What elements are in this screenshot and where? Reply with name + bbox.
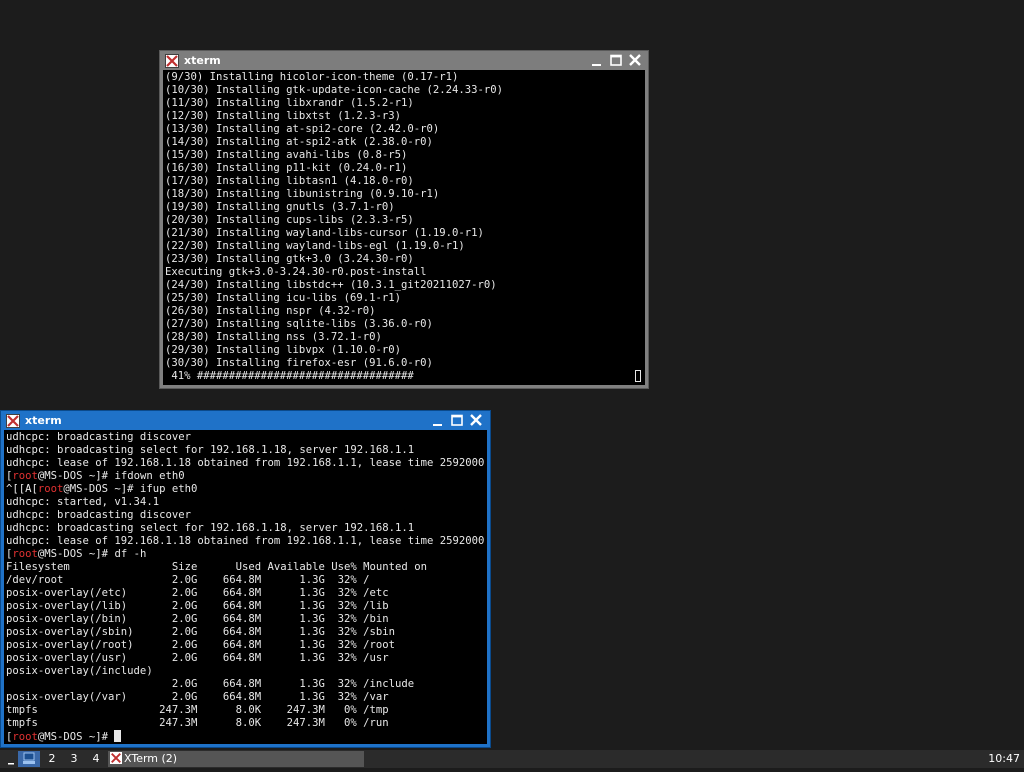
terminal-line: (28/30) Installing nss (3.72.1-r0) <box>165 331 382 343</box>
terminal-line: udhcpc: lease of 192.168.1.18 obtained f… <box>6 457 485 469</box>
terminal-line: udhcpc: lease of 192.168.1.18 obtained f… <box>6 535 485 547</box>
terminal-line: (11/30) Installing libxrandr (1.5.2-r1) <box>165 97 414 109</box>
prompt-line: ^[[A[root@MS-DOS ~]# ifup eth0 <box>6 483 487 496</box>
maximize-icon <box>610 54 622 66</box>
terminal-line: posix-overlay(/root) 2.0G 664.8M 1.3G 32… <box>6 639 396 651</box>
terminal-line: tmpfs 247.3M 8.0K 247.3M 0% /run <box>6 717 389 729</box>
terminal-line: (22/30) Installing wayland-libs-egl (1.1… <box>165 240 465 252</box>
terminal-line: Executing gtk+3.0-3.24.30-r0.post-instal… <box>165 266 427 278</box>
xterm-icon <box>165 53 179 68</box>
terminal-cursor <box>635 370 641 382</box>
minimize-icon <box>433 424 442 426</box>
terminal-line: posix-overlay(/bin) 2.0G 664.8M 1.3G 32%… <box>6 613 389 625</box>
titlebar[interactable]: xterm <box>1 411 490 430</box>
terminal-line: (9/30) Installing hicolor-icon-theme (0.… <box>165 71 459 83</box>
minimize-all-icon <box>8 763 14 765</box>
terminal-line: (10/30) Installing gtk-update-icon-cache… <box>165 84 504 96</box>
terminal-line: (18/30) Installing libunistring (0.9.10-… <box>165 188 440 200</box>
terminal-output[interactable]: (9/30) Installing hicolor-icon-theme (0.… <box>163 70 645 385</box>
window-title: xterm <box>25 414 62 427</box>
prompt-command: @MS-DOS ~]# ifdown eth0 <box>37 470 185 482</box>
minimize-button[interactable] <box>430 413 446 428</box>
terminal-line: posix-overlay(/include) <box>6 665 153 677</box>
terminal-line: (27/30) Installing sqlite-libs (3.36.0-r… <box>165 318 433 330</box>
terminal-line: udhcpc: broadcasting discover <box>6 509 191 521</box>
terminal-line: (14/30) Installing at-spi2-atk (2.38.0-r… <box>165 136 433 148</box>
maximize-button[interactable] <box>608 53 624 68</box>
maximize-icon <box>451 414 463 426</box>
prompt-command: @MS-DOS ~]# ifup eth0 <box>63 483 198 495</box>
taskbar: 2 3 4 XTerm (2) 10:47 <box>0 750 1024 768</box>
terminal-line: (23/30) Installing gtk+3.0 (3.24.30-r0) <box>165 253 414 265</box>
task-label: XTerm (2) <box>124 752 178 765</box>
terminal-line: 2.0G 664.8M 1.3G 32% /include <box>6 678 415 690</box>
terminal-line: (16/30) Installing p11-kit (0.24.0-r1) <box>165 162 408 174</box>
terminal-line: (13/30) Installing at-spi2-core (2.42.0-… <box>165 123 440 135</box>
terminal-line: /dev/root 2.0G 664.8M 1.3G 32% / <box>6 574 370 586</box>
prompt-line: [root@MS-DOS ~]# df -h <box>6 548 487 561</box>
terminal-line: (15/30) Installing avahi-libs (0.8-r5) <box>165 149 408 161</box>
prompt-user: root <box>12 731 38 743</box>
xterm-icon <box>6 413 20 428</box>
terminal-line: (30/30) Installing firefox-esr (91.6.0-r… <box>165 357 433 369</box>
workspace-1-button[interactable] <box>18 751 40 767</box>
workspace-4-button[interactable]: 4 <box>86 751 106 767</box>
close-icon <box>470 414 482 426</box>
prompt-user: root <box>12 470 38 482</box>
terminal-line: (25/30) Installing icu-libs (69.1-r1) <box>165 292 401 304</box>
terminal-line: posix-overlay(/lib) 2.0G 664.8M 1.3G 32%… <box>6 600 389 612</box>
minimize-icon <box>592 64 601 66</box>
clock: 10:47 <box>988 752 1020 765</box>
workspace-3-button[interactable]: 3 <box>64 751 84 767</box>
terminal-line: 41% ################################## <box>165 370 414 382</box>
terminal-line: posix-overlay(/var) 2.0G 664.8M 1.3G 32%… <box>6 691 389 703</box>
terminal-line: (20/30) Installing cups-libs (2.3.3-r5) <box>165 214 414 226</box>
xterm-icon <box>110 752 122 769</box>
taskbar-task-xterm[interactable]: XTerm (2) <box>108 751 364 767</box>
terminal-line: udhcpc: started, v1.34.1 <box>6 496 160 508</box>
terminal-line: Filesystem Size Used Available Use% Moun… <box>6 561 427 573</box>
window-title: xterm <box>184 54 221 67</box>
minimize-all-button[interactable] <box>2 751 18 767</box>
terminal-line: udhcpc: broadcasting select for 192.168.… <box>6 444 415 456</box>
prompt-command: @MS-DOS ~]# <box>37 731 115 743</box>
terminal-line: posix-overlay(/sbin) 2.0G 664.8M 1.3G 32… <box>6 626 396 638</box>
titlebar[interactable]: xterm <box>160 51 648 70</box>
terminal-line: (29/30) Installing libvpx (1.10.0-r0) <box>165 344 401 356</box>
prompt-prefix: ^[[A[ <box>6 483 38 495</box>
prompt-user: root <box>12 548 38 560</box>
terminal-line: udhcpc: broadcasting select for 192.168.… <box>6 522 415 534</box>
prompt-line: [root@MS-DOS ~]# <box>6 730 487 743</box>
xterm-window-installer[interactable]: xterm (9/30) Installing hicolor-icon-the… <box>159 50 649 389</box>
terminal-line: udhcpc: broadcasting discover <box>6 431 191 443</box>
terminal-line: tmpfs 247.3M 8.0K 247.3M 0% /tmp <box>6 704 389 716</box>
minimize-button[interactable] <box>589 53 605 68</box>
close-icon <box>629 54 641 66</box>
terminal-output[interactable]: udhcpc: broadcasting discover udhcpc: bro… <box>4 430 487 744</box>
terminal-line: (19/30) Installing gnutls (3.7.1-r0) <box>165 201 395 213</box>
terminal-line: posix-overlay(/etc) 2.0G 664.8M 1.3G 32%… <box>6 587 389 599</box>
terminal-cursor <box>114 730 122 742</box>
prompt-command: @MS-DOS ~]# df -h <box>37 548 147 560</box>
terminal-line: (21/30) Installing wayland-libs-cursor (… <box>165 227 484 239</box>
prompt-line: [root@MS-DOS ~]# ifdown eth0 <box>6 470 487 483</box>
terminal-line: (17/30) Installing libtasn1 (4.18.0-r0) <box>165 175 414 187</box>
close-button[interactable] <box>468 413 484 428</box>
close-button[interactable] <box>627 53 643 68</box>
terminal-line: posix-overlay(/usr) 2.0G 664.8M 1.3G 32%… <box>6 652 389 664</box>
xterm-window-shell[interactable]: xterm udhcpc: broadcasting discover udhcp… <box>0 410 491 748</box>
terminal-line: (24/30) Installing libstdc++ (10.3.1_git… <box>165 279 497 291</box>
maximize-button[interactable] <box>449 413 465 428</box>
workspace-2-button[interactable]: 2 <box>42 751 62 767</box>
terminal-line: (12/30) Installing libxtst (1.2.3-r3) <box>165 110 401 122</box>
terminal-line: (26/30) Installing nspr (4.32-r0) <box>165 305 376 317</box>
desktop-icon <box>23 752 35 764</box>
prompt-user: root <box>37 483 64 495</box>
